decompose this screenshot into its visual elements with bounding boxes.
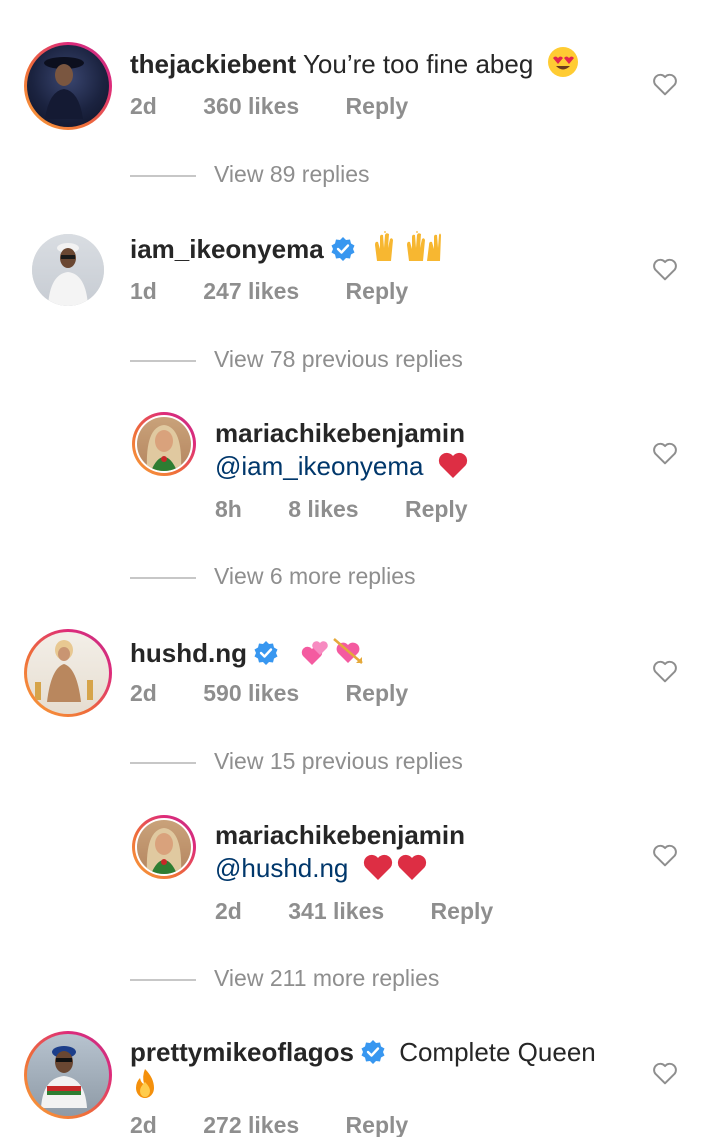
like-heart-icon[interactable] [652,72,678,96]
view-replies-label[interactable]: View 6 more replies [214,563,416,590]
reply-button[interactable]: Reply [346,1112,409,1137]
comment-time: 2d [130,93,157,119]
view-replies-button[interactable]: View 78 previous replies [130,346,530,376]
comment-time: 8h [215,496,242,522]
mention-link[interactable]: @hushd.ng [215,853,348,883]
like-heart-icon[interactable] [652,659,678,683]
raised-hands-icon [373,231,443,271]
avatar[interactable] [24,629,112,717]
heart-eyes-icon [547,46,579,86]
verified-badge-icon [254,641,278,665]
comment-time: 2d [215,898,242,924]
likes-count[interactable]: 360 likes [203,93,299,120]
verified-badge-icon [361,1040,385,1064]
like-heart-icon[interactable] [652,843,678,867]
like-heart-icon[interactable] [652,1061,678,1085]
username[interactable]: mariachikebenjamin [215,418,465,448]
likes-count[interactable]: 247 likes [203,278,299,305]
view-replies-label[interactable]: View 78 previous replies [214,346,463,373]
reply-button[interactable]: Reply [405,496,468,523]
likes-count[interactable]: 590 likes [203,680,299,707]
comment-text: Complete Queen [399,1037,596,1067]
avatar[interactable] [132,815,196,879]
comment-time: 2d [130,1112,157,1137]
two-red-hearts-icon [362,852,428,890]
avatar[interactable] [24,42,112,130]
avatar[interactable] [32,234,104,306]
view-replies-button[interactable]: View 6 more replies [130,563,530,593]
likes-count[interactable]: 341 likes [288,898,384,925]
comment-time: 2d [130,680,157,706]
avatar[interactable] [132,412,196,476]
hearts-cupid-icon [300,633,366,675]
red-heart-icon [437,450,469,488]
likes-count[interactable]: 272 likes [203,1112,299,1137]
view-replies-button[interactable]: View 89 replies [130,161,530,191]
username[interactable]: mariachikebenjamin [215,820,465,850]
comment-text: You’re too fine abeg [302,49,534,79]
view-replies-button[interactable]: View 15 previous replies [130,748,530,778]
comment-time: 1d [130,278,157,304]
mention-link[interactable]: @iam_ikeonyema [215,451,423,481]
view-replies-label[interactable]: View 15 previous replies [214,748,463,775]
likes-count[interactable]: 8 likes [288,496,358,523]
reply-button[interactable]: Reply [346,680,409,707]
avatar[interactable] [24,1031,112,1119]
fire-icon [130,1068,160,1108]
divider-line [130,577,196,579]
reply-button[interactable]: Reply [346,278,409,305]
username[interactable]: thejackiebent [130,49,296,79]
view-replies-label[interactable]: View 89 replies [214,161,370,188]
like-heart-icon[interactable] [652,441,678,465]
view-replies-button[interactable]: View 211 more replies [130,965,530,995]
reply-button[interactable]: Reply [431,898,494,925]
username[interactable]: iam_ikeonyema [130,234,324,264]
divider-line [130,360,196,362]
divider-line [130,762,196,764]
view-replies-label[interactable]: View 211 more replies [214,965,439,992]
username[interactable]: prettymikeoflagos [130,1037,354,1067]
divider-line [130,175,196,177]
verified-badge-icon [331,237,355,261]
username[interactable]: hushd.ng [130,638,247,668]
divider-line [130,979,196,981]
reply-button[interactable]: Reply [346,93,409,120]
like-heart-icon[interactable] [652,257,678,281]
